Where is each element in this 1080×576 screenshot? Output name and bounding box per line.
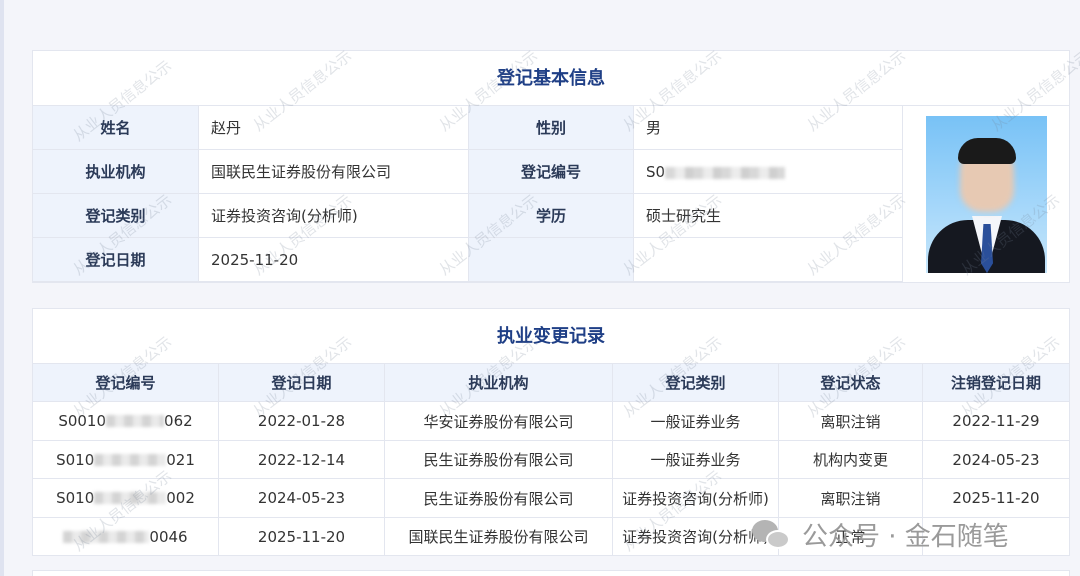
reg-number-prefix: S010: [56, 489, 95, 507]
profile-photo: [926, 116, 1047, 273]
reg-number-prefix: S0: [646, 163, 666, 181]
redacted-mosaic: [665, 166, 786, 179]
cell-institution: 华安证券股份有限公司: [385, 402, 613, 441]
basic-info-panel: 登记基本信息 姓名 赵丹 性别 男 执业机构 国联民生证券股份有限公司 登记编号…: [32, 50, 1070, 283]
cell-category: 一般证券业务: [613, 402, 779, 441]
cell-institution: 国联民生证券股份有限公司: [385, 518, 613, 556]
next-panel-edge: [32, 570, 1070, 576]
info-row: 姓名 赵丹 性别 男: [33, 106, 903, 150]
cell-status: 离职注销: [779, 402, 923, 441]
label-education: 学历: [469, 194, 634, 238]
cell-institution: 民生证券股份有限公司: [385, 441, 613, 479]
cell-reg-date: 2022-01-28: [219, 402, 385, 441]
value-category: 证券投资咨询(分析师): [199, 194, 469, 238]
reg-number-suffix: 021: [166, 450, 195, 469]
value-empty: [634, 238, 903, 282]
cell-reg-date: 2022-12-14: [219, 441, 385, 479]
label-reg-number: 登记编号: [469, 150, 634, 194]
reg-number-suffix: 0046: [149, 527, 188, 546]
reg-number-suffix: 062: [164, 412, 193, 430]
value-name: 赵丹: [199, 106, 469, 150]
reg-number-prefix: S010: [56, 450, 95, 469]
redacted-mosaic: [94, 492, 167, 504]
column-header: 登记编号: [33, 364, 219, 402]
value-institution: 国联民生证券股份有限公司: [199, 150, 469, 194]
column-header: 注销登记日期: [923, 364, 1069, 402]
reg-number-prefix: S0010: [58, 412, 107, 430]
label-empty: [469, 238, 634, 282]
basic-info-grid: 姓名 赵丹 性别 男 执业机构 国联民生证券股份有限公司 登记编号 S0 登记类…: [33, 106, 1069, 283]
column-header: 登记状态: [779, 364, 923, 402]
wechat-icon: [752, 518, 792, 550]
label-name: 姓名: [33, 106, 199, 150]
column-header: 登记日期: [219, 364, 385, 402]
table-row: S010 021 2022-12-14 民生证券股份有限公司 一般证券业务 机构内…: [33, 441, 1069, 479]
redacted-mosaic: [106, 415, 165, 427]
reg-number-suffix: 002: [166, 489, 195, 507]
cell-reg-number: 0046: [33, 518, 219, 556]
basic-info-title: 登记基本信息: [33, 51, 1069, 106]
left-rail: [0, 0, 4, 576]
cell-cancel-date: 2024-05-23: [923, 441, 1069, 479]
photo-cell: [903, 106, 1069, 283]
value-reg-number: S0: [634, 150, 903, 194]
label-institution: 执业机构: [33, 150, 199, 194]
label-reg-date: 登记日期: [33, 238, 199, 282]
column-header: 执业机构: [385, 364, 613, 402]
history-title: 执业变更记录: [33, 309, 1069, 364]
column-header: 登记类别: [613, 364, 779, 402]
cell-reg-number: S0010 062: [33, 402, 219, 441]
cell-status: 机构内变更: [779, 441, 923, 479]
info-row: 登记类别 证券投资咨询(分析师) 学历 硕士研究生: [33, 194, 903, 238]
value-reg-date: 2025-11-20: [199, 238, 469, 282]
info-row: 执业机构 国联民生证券股份有限公司 登记编号 S0: [33, 150, 903, 194]
label-category: 登记类别: [33, 194, 199, 238]
redacted-mosaic: [63, 530, 150, 543]
badge-text: 公众号 · 金石随笔: [802, 521, 1009, 552]
cell-category: 一般证券业务: [613, 441, 779, 479]
table-header: 登记编号 登记日期 执业机构 登记类别 登记状态 注销登记日期: [33, 364, 1069, 402]
table-row: S0010 062 2022-01-28 华安证券股份有限公司 一般证券业务 离职…: [33, 402, 1069, 441]
value-education: 硕士研究生: [634, 194, 903, 238]
cell-reg-date: 2024-05-23: [219, 479, 385, 518]
cell-reg-date: 2025-11-20: [219, 518, 385, 556]
value-gender: 男: [634, 106, 903, 150]
wechat-account-badge: 公众号 · 金石随笔: [752, 512, 1009, 556]
redacted-mosaic: [94, 453, 167, 466]
cell-cancel-date: 2022-11-29: [923, 402, 1069, 441]
label-gender: 性别: [469, 106, 634, 150]
cell-reg-number: S010 002: [33, 479, 219, 518]
cell-institution: 民生证券股份有限公司: [385, 479, 613, 518]
info-row: 登记日期 2025-11-20: [33, 238, 903, 282]
cell-reg-number: S010 021: [33, 441, 219, 479]
